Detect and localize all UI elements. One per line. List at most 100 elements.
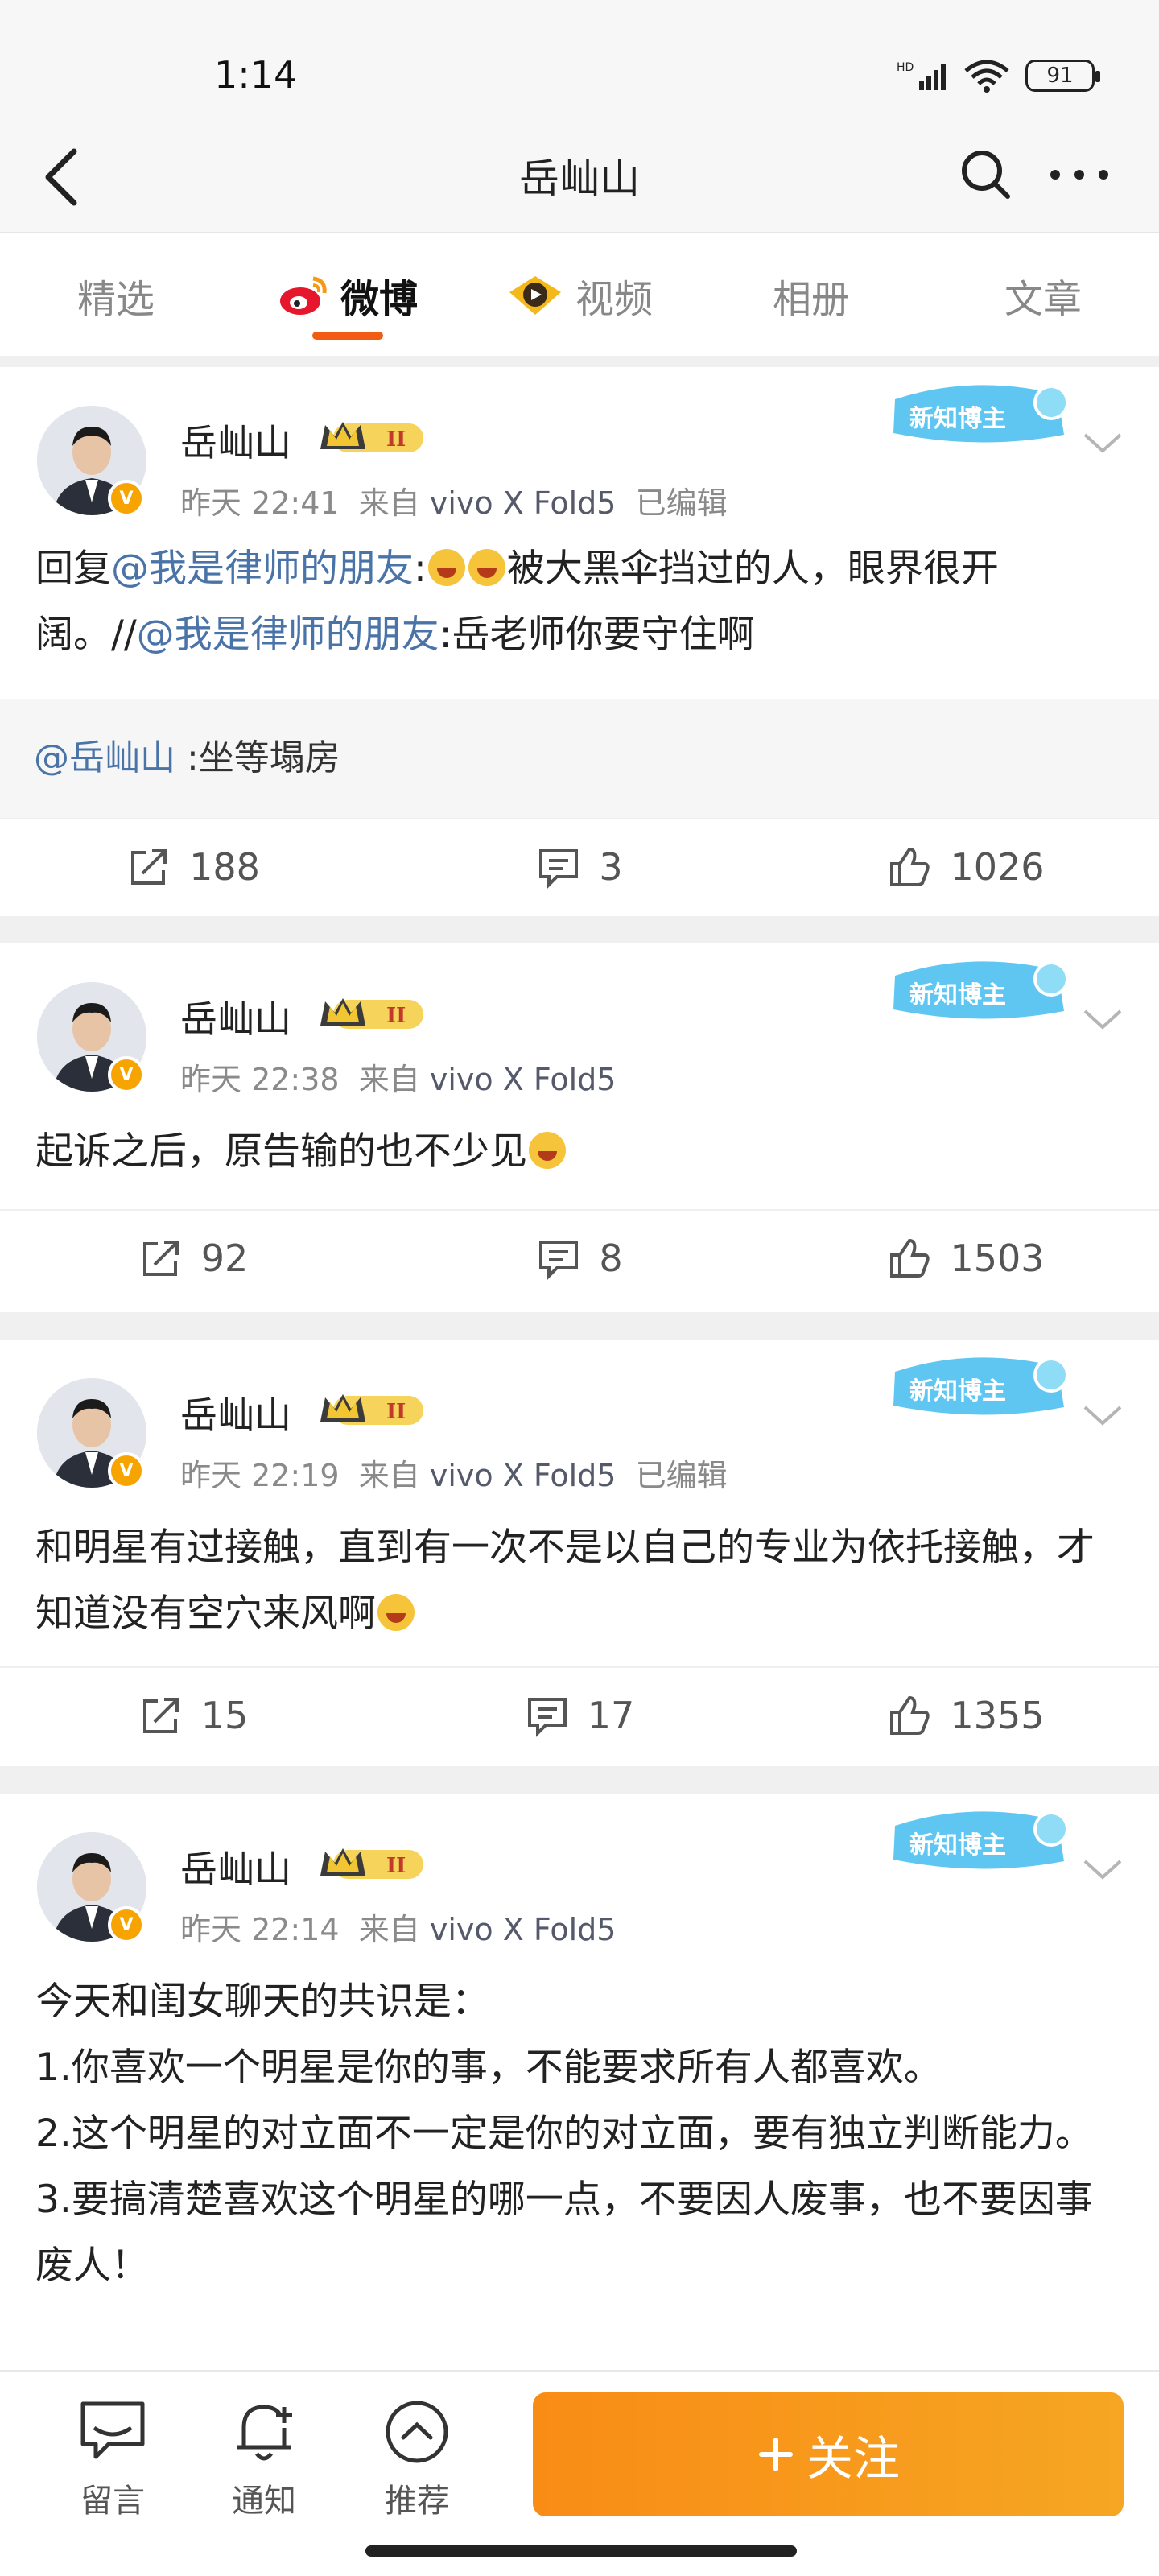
verified-badge-icon: V [108,1452,145,1489]
svg-text:II: II [386,1004,406,1028]
weibo-post[interactable]: V 岳屾山 II 昨天 22:41 来自 vivo X Fold5 已编辑 新知… [0,367,1159,916]
quoted-comment[interactable]: @岳屾山 :坐等塌房 [0,699,1159,818]
repost-button[interactable]: 92 [0,1211,386,1306]
video-badge-icon [509,276,561,315]
badge-text: 新知博主 [909,981,1006,1009]
quote-text: :坐等塌房 [175,737,340,778]
content-text: : [414,547,427,591]
profile-header: 岳屾山 [0,121,1159,233]
mention-link[interactable]: @我是律师的朋友 [137,613,439,657]
divider [0,356,1159,367]
comment-button[interactable]: 17 [386,1668,773,1763]
share-icon [131,849,167,885]
svg-text:II: II [386,427,406,452]
notify-button[interactable]: 通知 [216,2396,312,2521]
repost-count: 92 [200,1236,249,1280]
content-text: 起诉之后，原告输的也不少见 [35,1129,527,1174]
new-knowledge-blogger-badge: 新知博主 [885,952,1070,1029]
chevron-down-icon[interactable] [1080,1003,1125,1035]
tab-label: 微博 [340,277,418,322]
content-text: 回复 [35,547,111,591]
new-knowledge-blogger-badge: 新知博主 [885,375,1070,452]
chevron-down-icon[interactable] [1080,1853,1125,1885]
message-button[interactable]: 留言 [64,2396,161,2521]
mention-link[interactable]: @岳屾山 [34,737,175,778]
follow-button[interactable]: 关注 [533,2392,1124,2516]
repost-button[interactable]: 15 [0,1668,386,1763]
tab-video[interactable]: 视频 [464,235,695,356]
like-count: 1026 [950,845,1045,889]
badge-text: 新知博主 [909,405,1006,433]
weibo-logo-icon [279,276,327,315]
post-source[interactable]: vivo X Fold5 [430,1062,617,1097]
tab-weibo[interactable]: 微博 [232,235,464,356]
verified-badge-icon: V [108,1056,145,1093]
tab-articles[interactable]: 文章 [927,235,1159,356]
author-name[interactable]: 岳屾山 [180,1386,291,1439]
search-icon[interactable] [958,147,1014,203]
new-knowledge-blogger-badge: 新知博主 [885,1348,1070,1425]
tab-album[interactable]: 相册 [695,235,927,356]
post-content: 回复@我是律师的朋友: 被大黑伞挡过的人，眼界很开阔。//@我是律师的朋友:岳老师… [35,536,1130,668]
post-source[interactable]: vivo X Fold5 [430,1912,617,1947]
plus-icon [758,2438,793,2471]
level-crown-badge-icon: II [320,422,423,452]
profile-tabs: 精选 微博 视频 相册 文章 [0,235,1159,356]
comment-count: 17 [587,1694,635,1737]
level-crown-badge-icon: II [320,1848,423,1879]
author-name[interactable]: 岳屾山 [180,990,291,1043]
post-content: 今天和闺女聊天的共识是： 1.你喜欢一个明星是你的事，不能要求所有人都喜欢。 2… [35,1969,1130,2299]
weibo-post[interactable]: V 岳屾山 II 昨天 22:38 来自 vivo X Fold5 新知博主 起… [0,943,1159,1312]
edited-label: 已编辑 [635,1458,728,1493]
chevron-down-icon[interactable] [1080,427,1125,459]
thumbs-up-icon [890,847,930,886]
content-text: 和明星有过接触，直到有一次不是以自己的专业为依托接触，才知道没有空穴来风啊 [35,1525,1095,1636]
mention-link[interactable]: @我是律师的朋友 [111,547,414,591]
edited-label: 已编辑 [635,485,728,521]
post-content: 起诉之后，原告输的也不少见 [35,1119,1130,1185]
battery-indicator: 91 [1025,60,1100,92]
source-prefix: 来自 [358,1062,420,1097]
post-meta: 昨天 22:38 来自 vivo X Fold5 [180,1055,616,1099]
comment-button[interactable]: 8 [386,1211,773,1306]
weibo-post[interactable]: V 岳屾山 II 昨天 22:14 来自 vivo X Fold5 新知博主 今… [0,1794,1159,2370]
notify-label: 通知 [232,2483,296,2520]
level-crown-badge-icon: II [320,998,423,1029]
post-source[interactable]: vivo X Fold5 [430,485,617,521]
verified-badge-icon: V [108,1906,145,1943]
more-options-icon[interactable] [1043,147,1116,203]
like-button[interactable]: 1355 [773,1668,1159,1763]
post-time: 昨天 22:38 [180,1062,340,1097]
post-content: 和明星有过接触，直到有一次不是以自己的专业为依托接触，才知道没有空穴来风啊 [35,1515,1130,1647]
source-prefix: 来自 [358,485,420,521]
recommend-button[interactable]: 推荐 [369,2396,465,2521]
like-button[interactable]: 1026 [773,819,1159,914]
thumbs-up-icon [890,1238,930,1278]
weibo-post[interactable]: V 岳屾山 II 昨天 22:19 来自 vivo X Fold5 已编辑 新知… [0,1340,1159,1766]
tab-featured[interactable]: 精选 [0,235,232,356]
author-name[interactable]: 岳屾山 [180,414,291,467]
comment-count: 3 [599,845,623,889]
recommend-label: 推荐 [385,2483,449,2520]
comment-icon [539,1241,579,1280]
svg-text:II: II [386,1854,406,1878]
post-time: 昨天 22:41 [180,485,340,521]
status-icons: HD 91 [897,58,1100,93]
author-name[interactable]: 岳屾山 [180,1840,291,1893]
bell-plus-icon [237,2405,292,2461]
source-prefix: 来自 [358,1912,420,1947]
source-prefix: 来自 [358,1458,420,1493]
repost-button[interactable]: 188 [0,819,386,914]
chevron-down-icon[interactable] [1080,1399,1125,1431]
new-knowledge-blogger-badge: 新知博主 [885,1802,1070,1879]
like-count: 1355 [950,1694,1045,1737]
divider [0,1312,1159,1340]
comment-button[interactable]: 3 [386,819,773,914]
like-button[interactable]: 1503 [773,1211,1159,1306]
post-meta: 昨天 22:14 来自 vivo X Fold5 [180,1905,616,1949]
message-label: 留言 [80,2483,145,2520]
svg-text:HD: HD [897,61,914,74]
post-actions: 92 8 1503 [0,1209,1159,1306]
post-source[interactable]: vivo X Fold5 [430,1458,617,1493]
tab-label: 视频 [575,277,653,322]
